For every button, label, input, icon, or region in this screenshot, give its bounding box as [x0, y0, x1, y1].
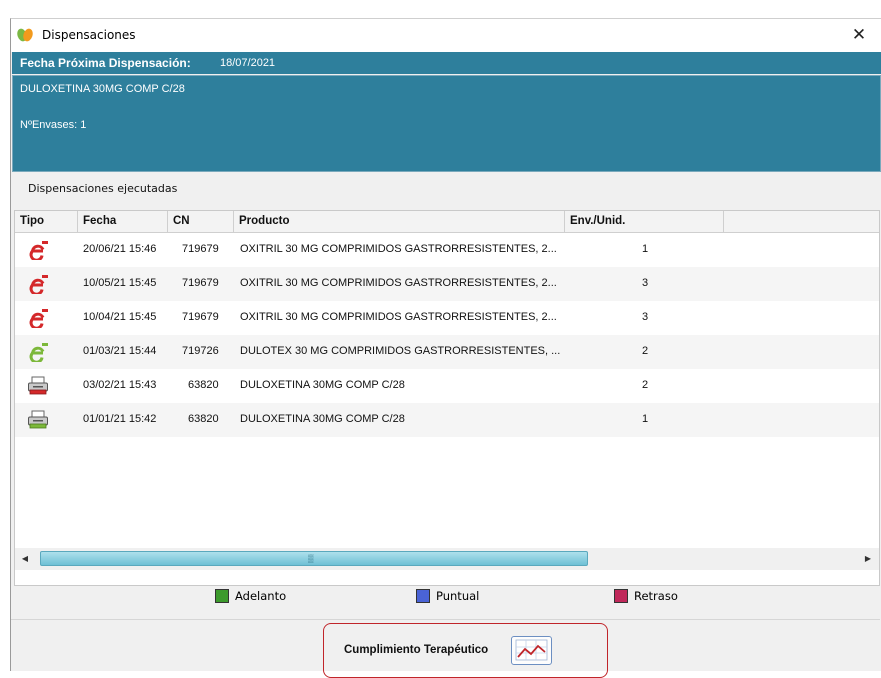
- table-row[interactable]: 10/05/21 15:45 719679 OXITRIL 30 MG COMP…: [15, 267, 879, 301]
- background-window-edge: [0, 0, 10, 671]
- compliance-chart-button[interactable]: [511, 636, 552, 665]
- legend-swatch: [614, 589, 628, 603]
- next-dispensation-label: Fecha Próxima Dispensación:: [20, 56, 191, 70]
- window-title: Dispensaciones: [42, 28, 136, 42]
- e-prescription-red-icon: [29, 309, 48, 328]
- cell-cn: 63820: [188, 379, 219, 391]
- next-dispensation-bar: Fecha Próxima Dispensación: 18/07/2021: [12, 52, 881, 74]
- table-row[interactable]: 01/03/21 15:44 719726 DULOTEX 30 MG COMP…: [15, 335, 879, 369]
- e-prescription-red-icon: [29, 275, 48, 294]
- grip-icon: ▒: [308, 554, 314, 563]
- cell-fecha: 20/06/21 15:46: [83, 243, 157, 255]
- table-row[interactable]: 03/02/21 15:43 63820 DULOXETINA 30MG COM…: [15, 369, 879, 403]
- horizontal-scrollbar[interactable]: ◀ ▒ ▶: [15, 548, 879, 570]
- dispensations-table: Tipo Fecha CN Producto Env./Unid. 20/06/…: [14, 210, 880, 586]
- cell-fecha: 03/02/21 15:43: [83, 379, 157, 391]
- next-dispensation-date: 18/07/2021: [220, 57, 276, 69]
- compliance-label: Cumplimiento Terapéutico: [344, 644, 489, 656]
- cell-fecha: 10/04/21 15:45: [83, 311, 157, 323]
- cell-producto: DULOXETINA 30MG COMP C/28: [240, 413, 405, 425]
- cell-cn: 719679: [182, 311, 219, 323]
- cell-fecha: 01/01/21 15:42: [83, 413, 157, 425]
- column-header-fecha[interactable]: Fecha: [78, 211, 168, 232]
- cell-fecha: 01/03/21 15:44: [83, 345, 157, 357]
- cell-env: 1: [641, 413, 649, 425]
- cell-cn: 719679: [182, 277, 219, 289]
- close-icon[interactable]: ✕: [848, 24, 870, 46]
- legend-swatch: [416, 589, 430, 603]
- e-prescription-red-icon: [29, 241, 48, 260]
- cell-producto: OXITRIL 30 MG COMPRIMIDOS GASTRORRESISTE…: [240, 277, 557, 289]
- scrollbar-thumb[interactable]: ▒: [40, 551, 588, 566]
- table-header: Tipo Fecha CN Producto Env./Unid.: [15, 211, 879, 233]
- cell-producto: DULOXETINA 30MG COMP C/28: [240, 379, 405, 391]
- cell-env: 1: [641, 243, 649, 255]
- legend-swatch: [215, 589, 229, 603]
- envases-count: NºEnvases: 1: [20, 119, 87, 131]
- column-header-cn[interactable]: CN: [168, 211, 234, 232]
- e-prescription-green-icon: [29, 343, 48, 362]
- cell-env: 3: [641, 277, 649, 289]
- divider: [11, 619, 880, 620]
- printer-red-icon: [28, 376, 48, 395]
- product-name: DULOXETINA 30MG COMP C/28: [20, 83, 185, 95]
- table-row[interactable]: 10/04/21 15:45 719679 OXITRIL 30 MG COMP…: [15, 301, 879, 335]
- cell-cn: 63820: [188, 413, 219, 425]
- column-header-empty: [724, 211, 879, 232]
- line-chart-icon: [515, 639, 548, 661]
- app-logo-icon: [17, 28, 33, 42]
- dispensaciones-dialog: Dispensaciones ✕ Fecha Próxima Dispensac…: [10, 18, 881, 678]
- title-bar: Dispensaciones ✕: [11, 19, 881, 52]
- cell-cn: 719679: [182, 243, 219, 255]
- column-header-env-unid[interactable]: Env./Unid.: [565, 211, 724, 232]
- legend-label: Retraso: [634, 589, 678, 603]
- table-row[interactable]: 01/01/21 15:42 63820 DULOXETINA 30MG COM…: [15, 403, 879, 437]
- cell-env: 2: [641, 345, 649, 357]
- legend-label: Adelanto: [235, 589, 287, 603]
- cell-env: 2: [641, 379, 649, 391]
- compliance-section: Cumplimiento Terapéutico: [323, 623, 608, 678]
- scroll-left-arrow-icon[interactable]: ◀: [18, 552, 32, 566]
- product-panel: DULOXETINA 30MG COMP C/28 NºEnvases: 1: [12, 75, 881, 172]
- section-title: Dispensaciones ejecutadas: [28, 182, 178, 195]
- printer-green-icon: [28, 410, 48, 429]
- cell-producto: DULOTEX 30 MG COMPRIMIDOS GASTRORRESISTE…: [240, 345, 561, 357]
- scroll-right-arrow-icon[interactable]: ▶: [861, 552, 875, 566]
- legend-label: Puntual: [436, 589, 480, 603]
- column-header-producto[interactable]: Producto: [234, 211, 565, 232]
- cell-cn: 719726: [182, 345, 219, 357]
- cell-env: 3: [641, 311, 649, 323]
- column-header-tipo[interactable]: Tipo: [15, 211, 78, 232]
- cell-producto: OXITRIL 30 MG COMPRIMIDOS GASTRORRESISTE…: [240, 243, 557, 255]
- cell-fecha: 10/05/21 15:45: [83, 277, 157, 289]
- cell-producto: OXITRIL 30 MG COMPRIMIDOS GASTRORRESISTE…: [240, 311, 557, 323]
- table-row[interactable]: 20/06/21 15:46 719679 OXITRIL 30 MG COMP…: [15, 233, 879, 267]
